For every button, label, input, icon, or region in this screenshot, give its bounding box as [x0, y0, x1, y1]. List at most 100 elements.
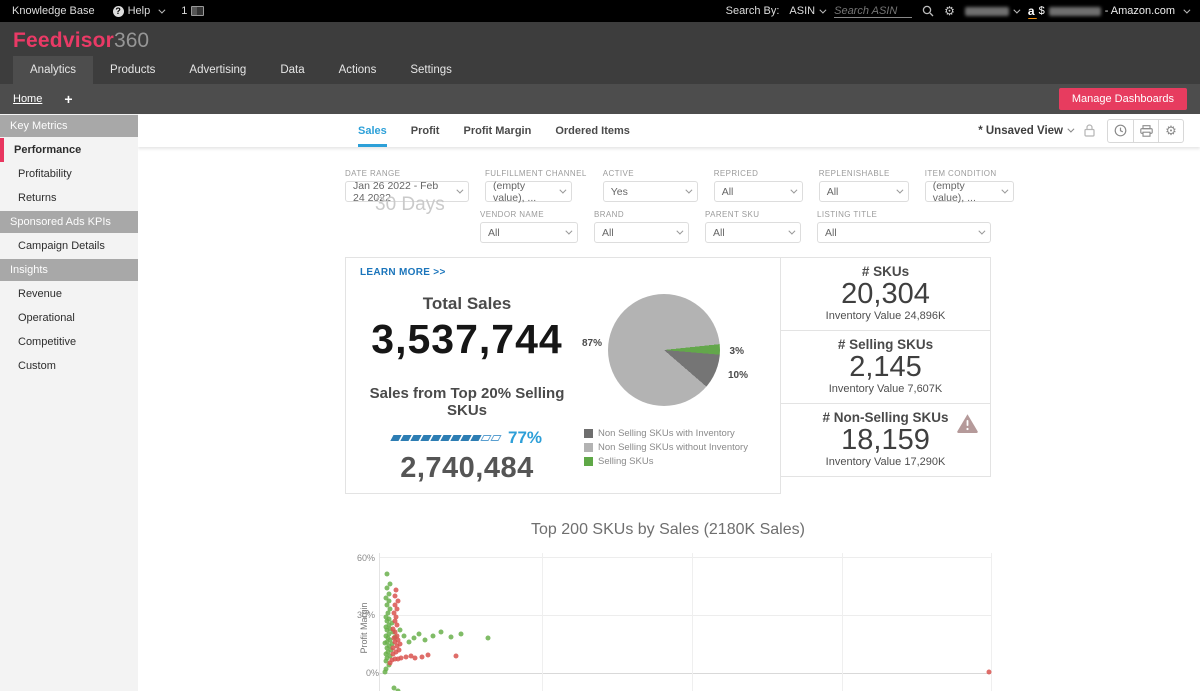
amazon-icon: a: [1028, 4, 1035, 18]
sidebar-item-revenue[interactable]: Revenue: [0, 282, 138, 306]
active-dropdown[interactable]: Yes: [603, 181, 698, 202]
filter-label: VENDOR NAME: [480, 210, 578, 219]
sidebar-item-custom[interactable]: Custom: [0, 354, 138, 378]
gridline: [542, 553, 543, 691]
knowledge-base-link[interactable]: Knowledge Base: [12, 5, 95, 17]
redacted-account-name: [1049, 7, 1101, 16]
repriced-dropdown[interactable]: All: [714, 181, 803, 202]
scatter-point: [413, 655, 418, 660]
filter-label: DATE RANGE: [345, 169, 469, 178]
listing-title-dropdown[interactable]: All: [817, 222, 991, 243]
chevron-down-icon: [456, 187, 463, 194]
dashboard-tab-home[interactable]: Home: [13, 93, 42, 105]
replenishable-dropdown[interactable]: All: [819, 181, 909, 202]
app-header: Feedvisor360 Analytics Products Advertis…: [0, 22, 1200, 114]
account-user-menu[interactable]: [965, 7, 1018, 16]
scatter-point: [419, 654, 424, 659]
notification-badge[interactable]: 1: [181, 5, 204, 17]
pie-label-87: 87%: [582, 338, 602, 349]
scatter-point: [396, 689, 401, 691]
tab-sales[interactable]: Sales: [358, 114, 387, 147]
sidebar-item-performance[interactable]: Performance: [0, 138, 138, 162]
sidebar-item-competitive[interactable]: Competitive: [0, 330, 138, 354]
filter-fulfillment-channel: FULFILLMENT CHANNEL (empty value), ...: [485, 169, 587, 202]
logo: Feedvisor360: [0, 22, 1200, 56]
nav-item-analytics[interactable]: Analytics: [13, 56, 93, 84]
nav-item-advertising[interactable]: Advertising: [172, 56, 263, 84]
sidebar-item-profitability[interactable]: Profitability: [0, 162, 138, 186]
nav-item-data[interactable]: Data: [263, 56, 321, 84]
filter-active: ACTIVE Yes: [603, 169, 698, 202]
top20-value: 2,740,484: [360, 452, 574, 485]
sidebar-item-campaign-details[interactable]: Campaign Details: [0, 234, 138, 258]
filter-value: All: [825, 227, 837, 239]
scatter-point: [387, 582, 392, 587]
scatter-point: [417, 632, 422, 637]
tab-profit[interactable]: Profit: [411, 114, 440, 147]
chevron-down-icon: [676, 228, 683, 235]
search-by-value: ASIN: [789, 5, 815, 17]
tab-profit-margin[interactable]: Profit Margin: [463, 114, 531, 147]
vendor-name-dropdown[interactable]: All: [480, 222, 578, 243]
print-button[interactable]: [1133, 120, 1158, 142]
chevron-down-icon: [819, 6, 826, 13]
nav-item-products[interactable]: Products: [93, 56, 172, 84]
filter-value: All: [827, 186, 839, 198]
sidebar-item-operational[interactable]: Operational: [0, 306, 138, 330]
sidebar-header-sponsored-ads-kpis: Sponsored Ads KPIs: [0, 211, 138, 233]
legend-label: Selling SKUs: [598, 456, 653, 467]
legend-item: Non Selling SKUs with Inventory: [584, 428, 770, 439]
add-dashboard-button[interactable]: +: [64, 91, 72, 107]
skus-value: 20,304: [781, 279, 990, 309]
scatter-point: [458, 632, 463, 637]
search-input[interactable]: [834, 5, 912, 18]
search-icon[interactable]: [922, 5, 934, 17]
marketplace-menu[interactable]: a $ - Amazon.com: [1028, 4, 1188, 18]
filters-row-2: VENDOR NAME All BRAND All PARENT SKU: [480, 210, 1200, 243]
total-sales-block: Total Sales 3,537,744 Sales from Top 20%…: [360, 268, 574, 485]
help-icon: ?: [113, 6, 124, 17]
scatter-point: [397, 628, 402, 633]
filter-value: (empty value), ...: [933, 180, 997, 204]
brand-dropdown[interactable]: All: [594, 222, 689, 243]
legend-swatch-light-gray: [584, 443, 593, 452]
view-name: * Unsaved View: [978, 125, 1063, 137]
item-condition-dropdown[interactable]: (empty value), ...: [925, 181, 1014, 202]
nav-item-settings[interactable]: Settings: [393, 56, 469, 84]
view-toolbar: ⚙: [1107, 119, 1184, 143]
history-clock-button[interactable]: [1108, 120, 1133, 142]
top-utility-bar: Knowledge Base ? Help 1 Search By: ASIN …: [0, 0, 1200, 22]
scatter-point: [395, 599, 400, 604]
legend-label: Non Selling SKUs without Inventory: [598, 442, 748, 453]
help-menu[interactable]: ? Help: [113, 5, 164, 17]
sidebar-header-insights: Insights: [0, 259, 138, 281]
settings-button[interactable]: ⚙: [1158, 120, 1183, 142]
settings-gear-icon[interactable]: ⚙: [944, 4, 955, 18]
scatter-point: [392, 593, 397, 598]
parent-sku-dropdown[interactable]: All: [705, 222, 801, 243]
currency-symbol: $: [1039, 5, 1045, 17]
manage-dashboards-button[interactable]: Manage Dashboards: [1059, 88, 1187, 110]
fulfillment-channel-dropdown[interactable]: (empty value), ...: [485, 181, 572, 202]
scatter-point: [485, 636, 490, 641]
sku-pie-chart: 87% 3% 10%: [608, 294, 720, 406]
scatter-point: [393, 587, 398, 592]
gear-icon: ⚙: [1165, 123, 1177, 139]
kpi-summary: LEARN MORE >> Total Sales 3,537,744 Sale…: [345, 257, 991, 494]
top20-progress-bar: [392, 435, 500, 441]
tab-ordered-items[interactable]: Ordered Items: [555, 114, 630, 147]
selling-skus-subtitle: Inventory Value 7,607K: [781, 383, 990, 395]
sidebar-item-returns[interactable]: Returns: [0, 186, 138, 210]
scatter-point: [412, 636, 417, 641]
filter-value: Yes: [611, 186, 628, 198]
help-label: Help: [128, 5, 151, 17]
filter-label: BRAND: [594, 210, 689, 219]
view-selector[interactable]: * Unsaved View: [978, 125, 1072, 137]
nav-item-actions[interactable]: Actions: [322, 56, 394, 84]
skus-subtitle: Inventory Value 24,896K: [781, 310, 990, 322]
search-by-dropdown[interactable]: ASIN: [789, 5, 824, 17]
chevron-down-icon: [559, 187, 566, 194]
scatter-point: [407, 640, 412, 645]
total-sales-card: LEARN MORE >> Total Sales 3,537,744 Sale…: [345, 257, 781, 494]
learn-more-link[interactable]: LEARN MORE >>: [360, 267, 446, 278]
